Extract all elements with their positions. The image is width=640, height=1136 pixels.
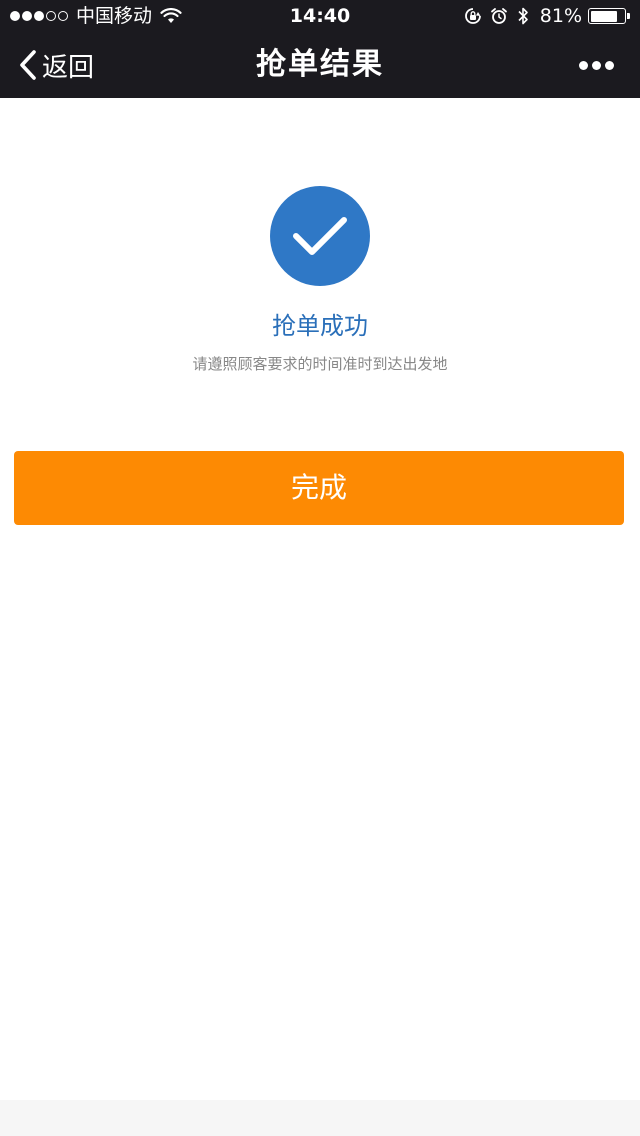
- more-button[interactable]: [575, 32, 614, 98]
- orientation-lock-icon: [464, 8, 481, 24]
- battery-icon: [588, 8, 626, 24]
- more-dot: [605, 60, 614, 70]
- bluetooth-icon: [518, 7, 528, 25]
- battery-percent: 81%: [539, 5, 582, 27]
- result-subtitle: 请遵照顾客要求的时间准时到达出发地: [192, 355, 448, 373]
- more-dots-icon: [575, 60, 614, 70]
- alarm-icon: [490, 8, 507, 24]
- done-button[interactable]: 完成: [14, 451, 624, 525]
- checkmark-icon: [293, 217, 347, 255]
- more-dot: [579, 60, 588, 70]
- more-dot: [592, 60, 601, 70]
- status-right: 81%: [456, 0, 630, 32]
- check-circle-icon: [270, 186, 370, 286]
- app-screen: 中国移动 14:40 81% 返回 抢单结果 抢单成功 请遵照顾客要求的时间准时…: [0, 0, 640, 1136]
- page-title: 抢单结果: [256, 47, 384, 82]
- result-title: 抢单成功: [272, 312, 368, 340]
- battery-tip: [627, 13, 630, 19]
- status-bar: 中国移动 14:40 81%: [0, 0, 640, 32]
- header: 中国移动 14:40 81% 返回 抢单结果: [0, 0, 640, 98]
- bottom-band: [0, 1100, 640, 1136]
- navbar: 返回 抢单结果: [0, 32, 640, 98]
- battery-fill: [590, 10, 618, 22]
